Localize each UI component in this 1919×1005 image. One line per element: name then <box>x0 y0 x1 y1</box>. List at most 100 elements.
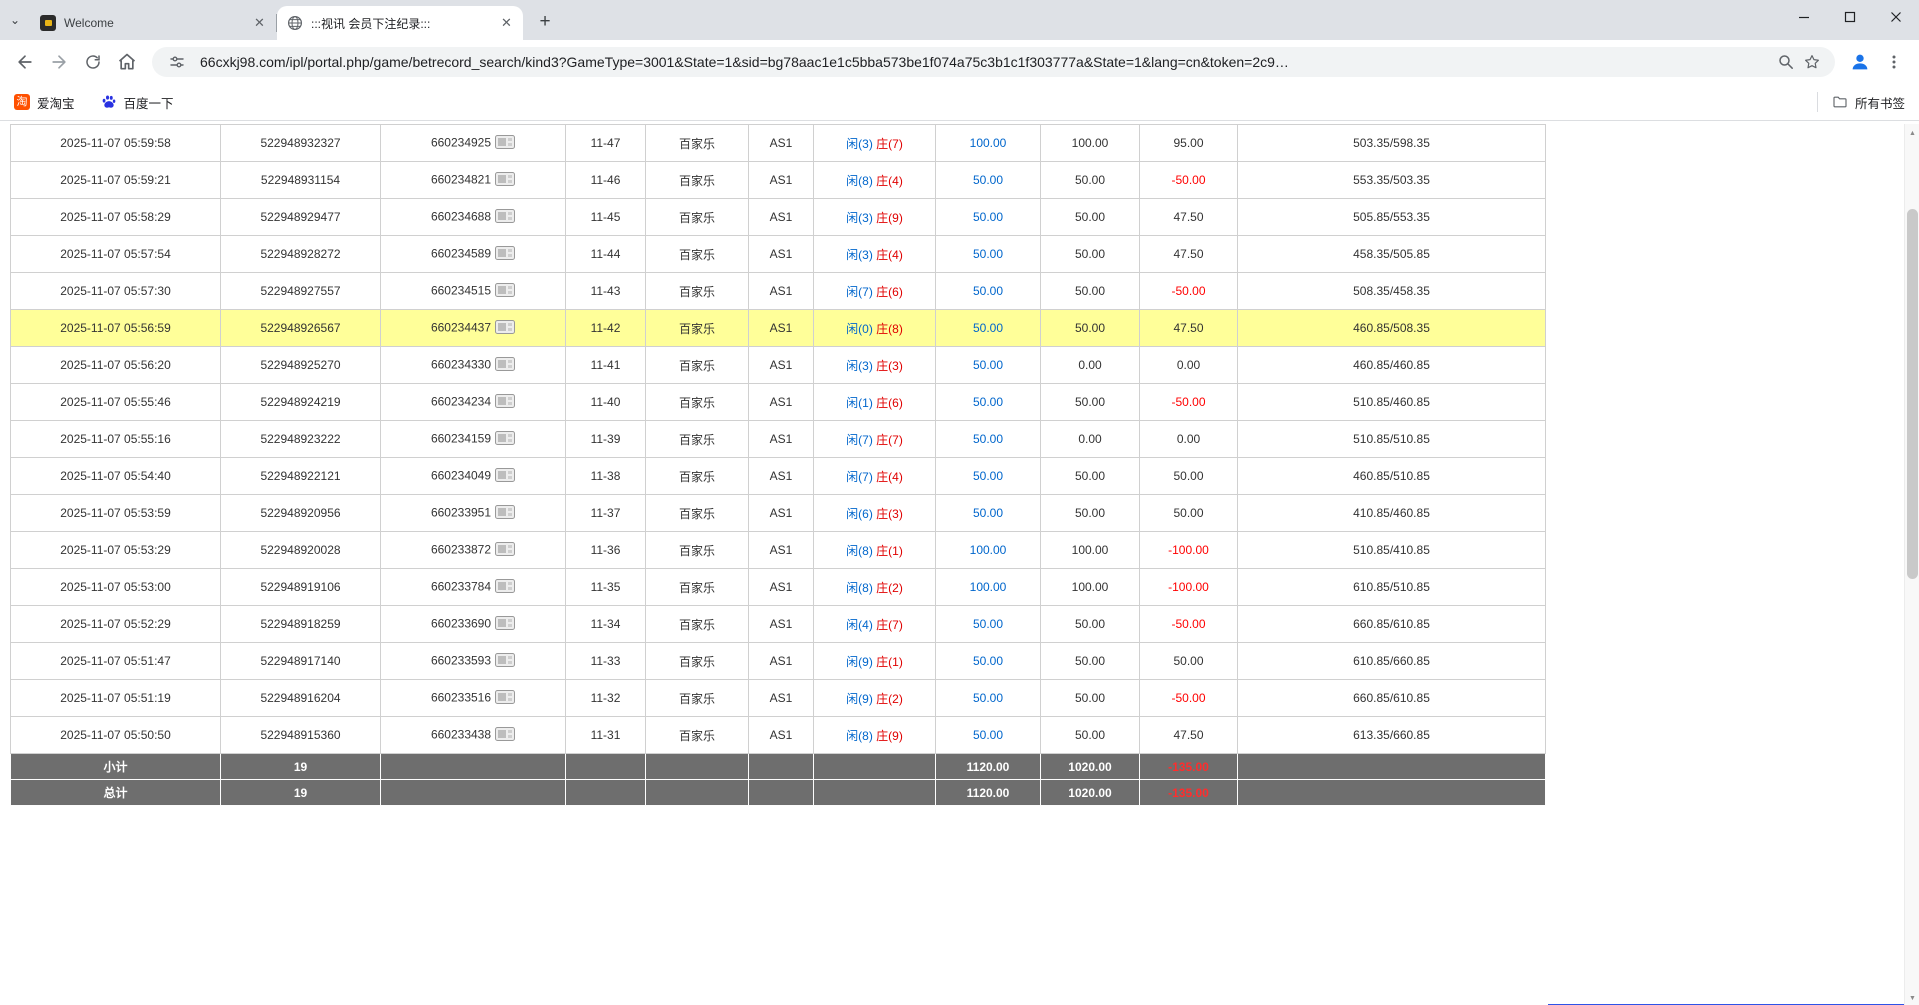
cell-round: 11-42 <box>566 310 646 347</box>
cell-bet-time: 2025-11-07 05:55:46 <box>11 384 221 421</box>
banker-bet: 庄(9) <box>876 729 903 743</box>
cell-bet-time: 2025-11-07 05:57:30 <box>11 273 221 310</box>
cell-valid-amount: 50.00 <box>1041 717 1140 754</box>
baidu-paw-icon <box>101 94 117 110</box>
video-icon[interactable] <box>495 505 515 522</box>
cell-order-no: 522948917140 <box>221 643 381 680</box>
cell-order-no: 522948919106 <box>221 569 381 606</box>
home-icon[interactable] <box>110 45 144 79</box>
table-row[interactable]: 2025-11-07 05:58:29522948929477660234688… <box>11 199 1546 236</box>
player-bet: 闲(7) <box>846 470 873 484</box>
game-id-text: 660233872 <box>431 542 491 556</box>
bookmark-label: 爱淘宝 <box>37 93 75 112</box>
cell-bet-content: 闲(7) 庄(6) <box>814 273 936 310</box>
video-icon[interactable] <box>495 172 515 189</box>
video-icon[interactable] <box>495 394 515 411</box>
cell-win-loss: 50.00 <box>1140 458 1238 495</box>
video-icon[interactable] <box>495 431 515 448</box>
video-icon[interactable] <box>495 542 515 559</box>
forward-icon[interactable] <box>42 45 76 79</box>
scroll-down-icon[interactable]: ▼ <box>1905 991 1919 1005</box>
table-row[interactable]: 2025-11-07 05:59:58522948932327660234925… <box>11 125 1546 162</box>
bookmark-star-icon[interactable] <box>1799 49 1825 75</box>
reload-icon[interactable] <box>76 45 110 79</box>
game-id-text: 660234159 <box>431 431 491 445</box>
bookmark-label: 百度一下 <box>124 93 174 112</box>
video-icon[interactable] <box>495 283 515 300</box>
table-row[interactable]: 2025-11-07 05:53:59522948920956660233951… <box>11 495 1546 532</box>
cell-win-loss: 0.00 <box>1140 421 1238 458</box>
vertical-scrollbar[interactable]: ▲ ▼ <box>1904 124 1919 1005</box>
cell-bet-time: 2025-11-07 05:56:59 <box>11 310 221 347</box>
close-tab-icon[interactable]: ✕ <box>498 15 515 32</box>
table-row[interactable]: 2025-11-07 05:57:54522948928272660234589… <box>11 236 1546 273</box>
table-row[interactable]: 2025-11-07 05:50:50522948915360660233438… <box>11 717 1546 754</box>
cell-game-name: 百家乐 <box>646 273 749 310</box>
video-icon[interactable] <box>495 690 515 707</box>
video-icon[interactable] <box>495 468 515 485</box>
video-icon[interactable] <box>495 320 515 337</box>
scrollbar-thumb[interactable] <box>1907 209 1918 579</box>
video-icon[interactable] <box>495 727 515 744</box>
minimize-button[interactable] <box>1781 0 1827 34</box>
video-icon[interactable] <box>495 357 515 374</box>
cell-bet-amount: 50.00 <box>936 717 1041 754</box>
close-tab-icon[interactable]: ✕ <box>251 15 268 32</box>
table-row[interactable]: 2025-11-07 05:57:30522948927557660234515… <box>11 273 1546 310</box>
scroll-up-icon[interactable]: ▲ <box>1905 126 1919 141</box>
table-row[interactable]: 2025-11-07 05:53:29522948920028660233872… <box>11 532 1546 569</box>
table-row[interactable]: 2025-11-07 05:51:19522948916204660233516… <box>11 680 1546 717</box>
cell-bet-amount: 50.00 <box>936 273 1041 310</box>
chevron-down-icon[interactable]: ⌄ <box>0 0 30 40</box>
back-icon[interactable] <box>8 45 42 79</box>
window-controls <box>1781 0 1919 34</box>
video-icon[interactable] <box>495 135 515 152</box>
new-tab-button[interactable]: + <box>531 8 559 36</box>
table-row[interactable]: 2025-11-07 05:52:29522948918259660233690… <box>11 606 1546 643</box>
table-row[interactable]: 2025-11-07 05:55:16522948923222660234159… <box>11 421 1546 458</box>
video-icon[interactable] <box>495 246 515 263</box>
table-row[interactable]: 2025-11-07 05:53:00522948919106660233784… <box>11 569 1546 606</box>
bookmark-aitaobao[interactable]: 淘 爱淘宝 <box>14 93 75 112</box>
address-bar[interactable]: 66cxkj98.com/ipl/portal.php/game/betreco… <box>152 47 1835 77</box>
table-row[interactable]: 2025-11-07 05:51:47522948917140660233593… <box>11 643 1546 680</box>
cell-win-loss: -50.00 <box>1140 162 1238 199</box>
cell-round: 11-35 <box>566 569 646 606</box>
cell-bet-content: 闲(9) 庄(2) <box>814 680 936 717</box>
tab-welcome[interactable]: Welcome ✕ <box>30 6 276 40</box>
all-bookmarks-button[interactable]: 所有书签 <box>1832 93 1905 112</box>
table-row[interactable]: 2025-11-07 05:54:40522948922121660234049… <box>11 458 1546 495</box>
profile-icon[interactable] <box>1843 45 1877 79</box>
cell-win-loss: 0.00 <box>1140 347 1238 384</box>
cell-bet-content: 闲(3) 庄(4) <box>814 236 936 273</box>
cell-table-name: AS1 <box>749 310 814 347</box>
tab-bet-record[interactable]: :::视讯 会员下注纪录::: ✕ <box>277 6 523 40</box>
banker-bet: 庄(3) <box>876 359 903 373</box>
cell-bet-amount: 50.00 <box>936 310 1041 347</box>
video-icon[interactable] <box>495 653 515 670</box>
zoom-icon[interactable] <box>1773 49 1799 75</box>
player-bet: 闲(3) <box>846 137 873 151</box>
table-row[interactable]: 2025-11-07 05:55:46522948924219660234234… <box>11 384 1546 421</box>
site-info-icon[interactable] <box>164 49 190 75</box>
cell-valid-amount: 100.00 <box>1041 569 1140 606</box>
table-row[interactable]: 2025-11-07 05:56:20522948925270660234330… <box>11 347 1546 384</box>
cell-bet-time: 2025-11-07 05:53:00 <box>11 569 221 606</box>
bookmark-baidu[interactable]: 百度一下 <box>101 93 174 112</box>
cell-order-no: 522948925270 <box>221 347 381 384</box>
summary-empty-cell <box>646 754 749 780</box>
video-icon[interactable] <box>495 209 515 226</box>
maximize-button[interactable] <box>1827 0 1873 34</box>
video-icon[interactable] <box>495 579 515 596</box>
cell-bet-content: 闲(7) 庄(7) <box>814 421 936 458</box>
table-row[interactable]: 2025-11-07 05:59:21522948931154660234821… <box>11 162 1546 199</box>
cell-balance: 460.85/510.85 <box>1238 458 1546 495</box>
close-button[interactable] <box>1873 0 1919 34</box>
table-row[interactable]: 2025-11-07 05:56:59522948926567660234437… <box>11 310 1546 347</box>
banker-bet: 庄(7) <box>876 137 903 151</box>
cell-order-no: 522948931154 <box>221 162 381 199</box>
menu-dots-icon[interactable] <box>1877 45 1911 79</box>
video-icon[interactable] <box>495 616 515 633</box>
game-id-text: 660233516 <box>431 690 491 704</box>
game-id-text: 660234925 <box>431 135 491 149</box>
